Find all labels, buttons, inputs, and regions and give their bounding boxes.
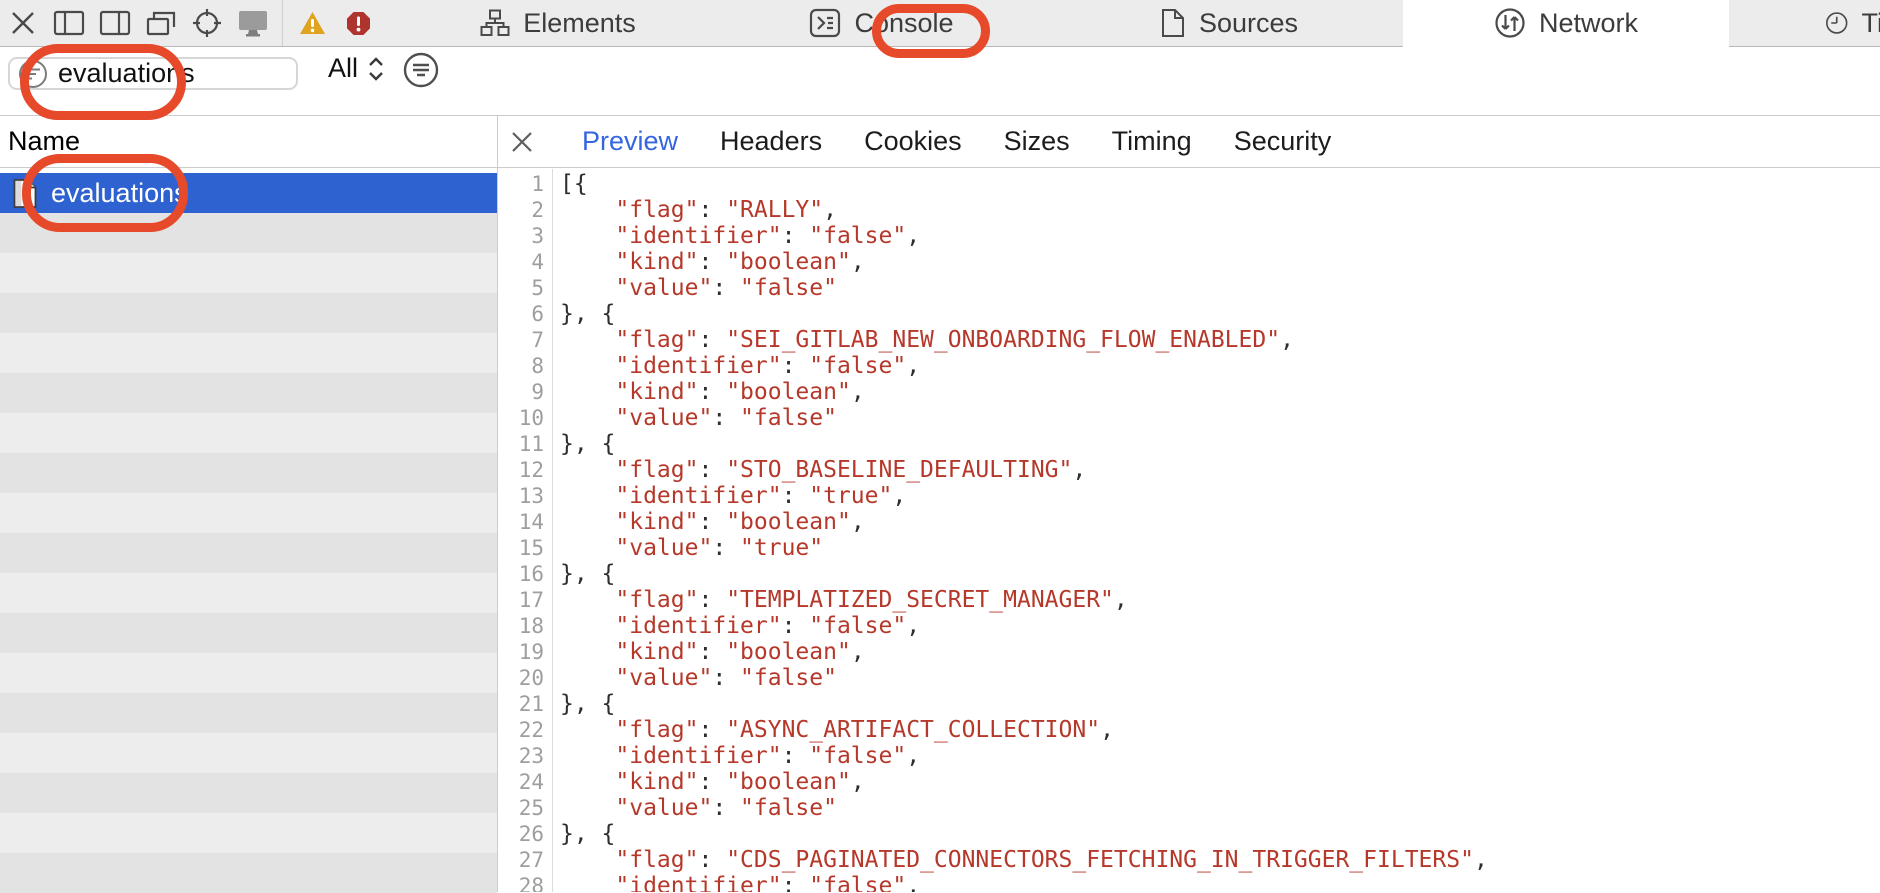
json-source-text: [{ "flag": "RALLY", "identifier": "false…: [553, 169, 1880, 892]
tab-cookies[interactable]: Cookies: [864, 126, 962, 157]
crosshair-icon: [192, 8, 222, 38]
request-list-empty-row: [0, 293, 497, 333]
undock-button[interactable]: [138, 0, 184, 46]
console-icon: [809, 8, 841, 38]
resource-detail-tabs: Preview Headers Cookies Sizes Timing Sec…: [498, 116, 1880, 168]
name-column-header[interactable]: Name: [0, 116, 497, 168]
tab-timelines[interactable]: Timelines: [1729, 0, 1880, 47]
resource-type-value: All: [328, 53, 358, 84]
warning-icon: [299, 11, 326, 36]
request-list-empty-row: [0, 253, 497, 293]
tab-network[interactable]: Network: [1403, 0, 1730, 47]
request-list-empty-row: [0, 413, 497, 453]
request-list-empty-row: [0, 733, 497, 773]
stepper-chevrons-icon: [368, 56, 384, 82]
tab-console-label: Console: [854, 8, 953, 39]
tab-elements[interactable]: Elements: [408, 0, 709, 47]
tab-console[interactable]: Console: [708, 0, 1056, 47]
line-number-gutter: 1234567891011121314151617181920212223242…: [498, 169, 553, 892]
request-row-label: evaluations: [51, 178, 188, 209]
sources-file-icon: [1160, 8, 1186, 38]
network-icon: [1494, 7, 1526, 39]
tab-sources-label: Sources: [1199, 8, 1298, 39]
inspect-element-button[interactable]: [184, 0, 230, 46]
request-row-evaluations[interactable]: evaluations: [0, 173, 497, 213]
close-icon: [9, 9, 37, 37]
warnings-button[interactable]: [289, 0, 335, 46]
request-list-empty-row: [0, 493, 497, 533]
filter-icon: [18, 59, 48, 89]
tab-preview[interactable]: Preview: [582, 126, 678, 157]
request-list-empty-row: [0, 853, 497, 893]
close-detail-icon[interactable]: [510, 130, 534, 154]
request-list-empty-row: [0, 453, 497, 493]
device-settings-button[interactable]: [230, 0, 276, 46]
close-inspector-button[interactable]: [0, 0, 46, 46]
clock-icon: [1825, 7, 1848, 39]
dock-right-button[interactable]: [92, 0, 138, 46]
resource-filter-value: evaluations: [58, 58, 195, 89]
filter-options-icon: [402, 51, 440, 89]
monitor-icon: [237, 8, 269, 38]
network-filter-bar: evaluations All: [0, 47, 1880, 115]
inspector-toolbar: [0, 0, 408, 47]
request-list-empty-row: [0, 373, 497, 413]
document-icon: [12, 178, 39, 209]
resource-type-dropdown[interactable]: All: [328, 53, 384, 84]
tab-timing[interactable]: Timing: [1112, 126, 1192, 157]
request-list-empty-row: [0, 613, 497, 653]
request-list-empty-row: [0, 813, 497, 853]
tab-network-label: Network: [1539, 8, 1638, 39]
filter-options-button[interactable]: [402, 51, 440, 89]
tab-sizes[interactable]: Sizes: [1004, 126, 1070, 157]
tab-sources[interactable]: Sources: [1055, 0, 1404, 47]
request-list-empty-row: [0, 653, 497, 693]
json-preview-pane[interactable]: 1234567891011121314151617181920212223242…: [498, 169, 1880, 892]
tab-timelines-label: Timelines: [1861, 8, 1880, 39]
request-list-empty-row: [0, 693, 497, 733]
inspector-tab-bar: Elements Console Sources Network Timelin…: [0, 0, 1880, 47]
request-list-empty-row: [0, 333, 497, 373]
request-list-empty-row: [0, 773, 497, 813]
cascade-windows-icon: [145, 8, 177, 38]
elements-icon: [480, 9, 510, 37]
sidebar-left-icon: [53, 9, 85, 37]
request-list-empty-row: [0, 213, 497, 253]
requests-list: evaluations: [0, 173, 497, 892]
name-column-label: Name: [8, 126, 80, 157]
resource-filter-input[interactable]: evaluations: [8, 57, 298, 90]
request-list-empty-row: [0, 533, 497, 573]
toolbar-separator: [282, 0, 283, 46]
dock-side-button[interactable]: [46, 0, 92, 46]
errors-button[interactable]: [335, 0, 381, 46]
error-icon: [346, 11, 371, 36]
tab-security[interactable]: Security: [1234, 126, 1332, 157]
tab-headers[interactable]: Headers: [720, 126, 822, 157]
tab-elements-label: Elements: [523, 8, 636, 39]
request-list-empty-row: [0, 573, 497, 613]
sidebar-right-icon: [99, 9, 131, 37]
